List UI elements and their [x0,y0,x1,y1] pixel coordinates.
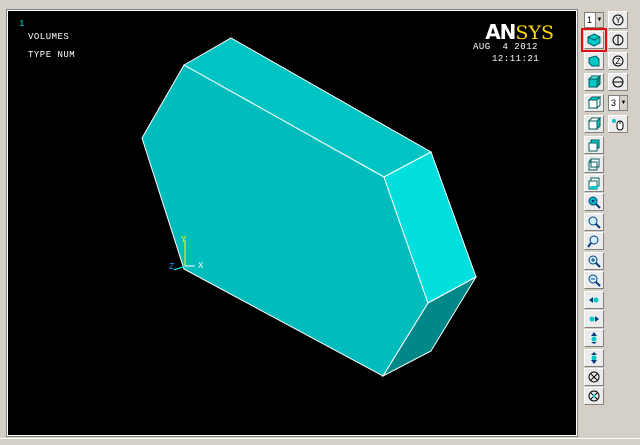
triad-x-label: X [198,261,204,271]
dynamic-mode-button[interactable]: Y [608,11,628,29]
pan-up-button[interactable] [584,329,604,347]
rotate-z-button[interactable]: Z [608,52,628,70]
plot-date: AUG 4 2012 [473,42,538,52]
zoom-icon [588,196,601,209]
back-view-icon [588,139,600,152]
pan-right-button[interactable] [584,310,604,328]
top-view-icon [587,96,601,110]
model-view: Y X Z [141,37,478,378]
bottom-view-button[interactable] [584,174,604,192]
rotate-z-icon: Z [612,55,624,67]
rotation-increment-select[interactable]: 3 ▼ [608,95,628,111]
ansys-logo: ANSYS [485,20,554,44]
rotate-cw-icon [588,371,600,383]
rotate-ccw-button[interactable] [584,387,604,405]
svg-text:Y: Y [616,16,622,25]
back-view-button[interactable] [584,136,604,154]
triad-y-label: Y [181,235,187,245]
bottom-view-icon [588,177,600,190]
rotate-x-button[interactable] [608,73,628,91]
left-view-icon [588,158,600,171]
rotate-y-icon [612,34,624,46]
right-view-icon [587,117,601,131]
plot-subtitle: TYPE NUM [28,50,76,60]
box-zoom-icon [588,216,601,229]
isometric-view-button[interactable] [581,28,607,52]
rotate-ccw-icon [588,390,600,402]
window-select[interactable]: 1 ▼ [584,12,604,28]
chevron-down-icon: ▼ [595,13,603,27]
zoom-out-icon [588,274,601,287]
isometric-view-icon [587,33,601,47]
triad-z-label: Z [169,262,175,272]
mouse-icon [612,119,624,131]
pan-right-icon [589,316,599,322]
plot-title: VOLUMES [28,32,70,42]
pan-zoom-rotate-toolbar: 1 ▼ Y Z 3 ▼ [580,10,632,436]
left-view-button[interactable] [584,155,604,173]
zoom-in-button[interactable] [584,252,604,270]
box-zoom-button[interactable] [584,213,604,231]
rotate-x-icon [612,76,624,88]
zoom-in-icon [588,255,601,268]
right-view-button[interactable] [584,115,604,133]
window-number: 1 [19,19,25,29]
win-zoom-icon [587,235,599,248]
pan-up-icon [591,332,597,344]
pan-left-button[interactable] [584,291,604,309]
dynamic-mode-icon: Y [612,14,624,26]
oblique-view-button[interactable] [584,52,604,70]
front-view-icon [587,75,601,89]
status-bar [0,438,640,445]
front-view-button[interactable] [584,73,604,91]
top-view-button[interactable] [584,94,604,112]
graphics-window[interactable]: Y X Z 1 VOLUMES TYPE NUM ANSYS AUG 4 201… [6,9,578,437]
zoom-out-button[interactable] [584,271,604,289]
pan-down-button[interactable] [584,349,604,367]
zoom-button[interactable] [584,193,604,211]
win-zoom-button[interactable] [584,232,604,250]
plot-time: 12:11:21 [492,54,540,64]
oblique-view-icon [588,55,600,67]
pan-down-icon [591,352,597,364]
rotate-cw-button[interactable] [584,368,604,386]
pan-left-icon [589,297,599,303]
rotate-y-button[interactable] [608,31,628,49]
mouse-mode-button[interactable] [608,115,628,133]
svg-text:Z: Z [616,57,621,66]
chevron-down-icon: ▼ [619,96,627,110]
